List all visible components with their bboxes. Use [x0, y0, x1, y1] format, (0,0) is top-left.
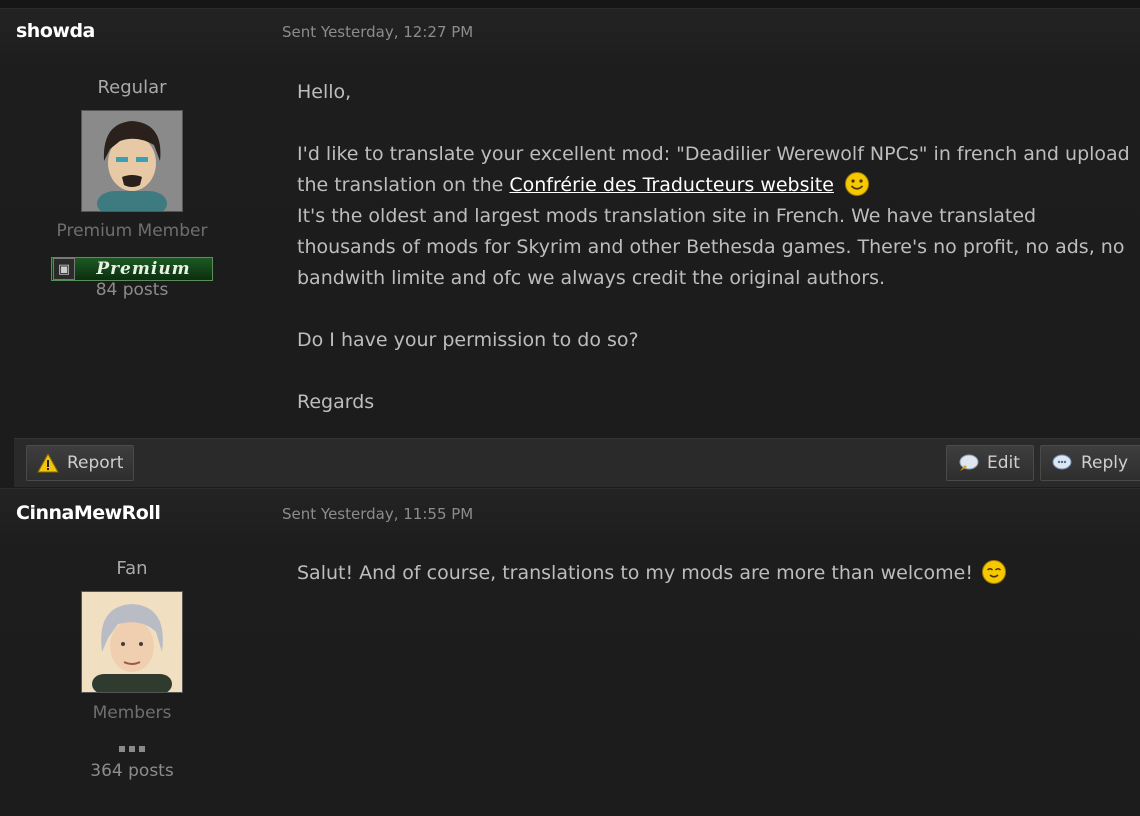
top-divider [0, 0, 1140, 9]
rank-pips [0, 737, 264, 756]
content-smiley-icon [981, 560, 1006, 584]
avatar-image [82, 111, 182, 216]
reply-button[interactable]: Reply [1040, 445, 1140, 481]
message-post: showda Sent Yesterday, 12:27 PM Regular … [0, 9, 1140, 487]
member-rank: Fan [116, 558, 148, 579]
avatar[interactable] [81, 591, 183, 694]
report-label: Report [67, 453, 124, 473]
content-line: the translation on the Confrérie des Tra… [297, 170, 1133, 201]
avatar-image [82, 592, 182, 694]
post-content: Hello, I'd like to translate your excell… [297, 77, 1133, 418]
content-line: thousands of mods for Skyrim and other B… [297, 236, 1125, 258]
edit-label: Edit [987, 453, 1020, 473]
content-line: Salut! And of course, translations to my… [297, 558, 1133, 589]
edit-button[interactable]: Edit [946, 445, 1034, 481]
smiley-icon [844, 172, 869, 196]
content-line: I'd like to translate your excellent mod… [297, 143, 1130, 165]
translators-site-link[interactable]: Confrérie des Traducteurs website [509, 174, 834, 196]
member-group: Premium Member [56, 221, 208, 241]
edit-icon [959, 454, 979, 471]
content-line: bandwith limite and ofc we always credit… [297, 267, 886, 289]
content-line: It's the oldest and largest mods transla… [297, 205, 1037, 227]
post-timestamp: Sent Yesterday, 11:55 PM [282, 505, 474, 523]
post-count[interactable]: 364 posts [0, 761, 264, 781]
report-button[interactable]: Report [26, 445, 135, 481]
member-rank: Regular [97, 77, 167, 98]
post-author[interactable]: CinnaMewRoll [16, 502, 161, 524]
post-content: Salut! And of course, translations to my… [297, 558, 1133, 589]
premium-badge: ▣ Premium [51, 257, 213, 281]
content-line: Do I have your permission to do so? [297, 329, 639, 351]
message-post: CinnaMewRoll Sent Yesterday, 11:55 PM Fa… [0, 488, 1140, 816]
reply-icon [1052, 454, 1072, 470]
content-text: the translation on the [297, 174, 510, 196]
content-text: Salut! And of course, translations to my… [297, 562, 973, 584]
post-action-bar: Report Edit Reply [14, 438, 1140, 487]
content-line: Regards [297, 391, 375, 413]
post-count[interactable]: 84 posts [0, 280, 264, 300]
warning-icon [37, 453, 59, 473]
reply-label: Reply [1081, 453, 1129, 473]
badge-label: Premium [96, 259, 191, 279]
badge-icon: ▣ [53, 258, 75, 280]
post-timestamp: Sent Yesterday, 12:27 PM [282, 23, 474, 41]
member-group: Members [92, 703, 172, 723]
avatar[interactable] [81, 110, 183, 216]
post-author[interactable]: showda [16, 20, 95, 42]
content-line: Hello, [297, 81, 352, 103]
